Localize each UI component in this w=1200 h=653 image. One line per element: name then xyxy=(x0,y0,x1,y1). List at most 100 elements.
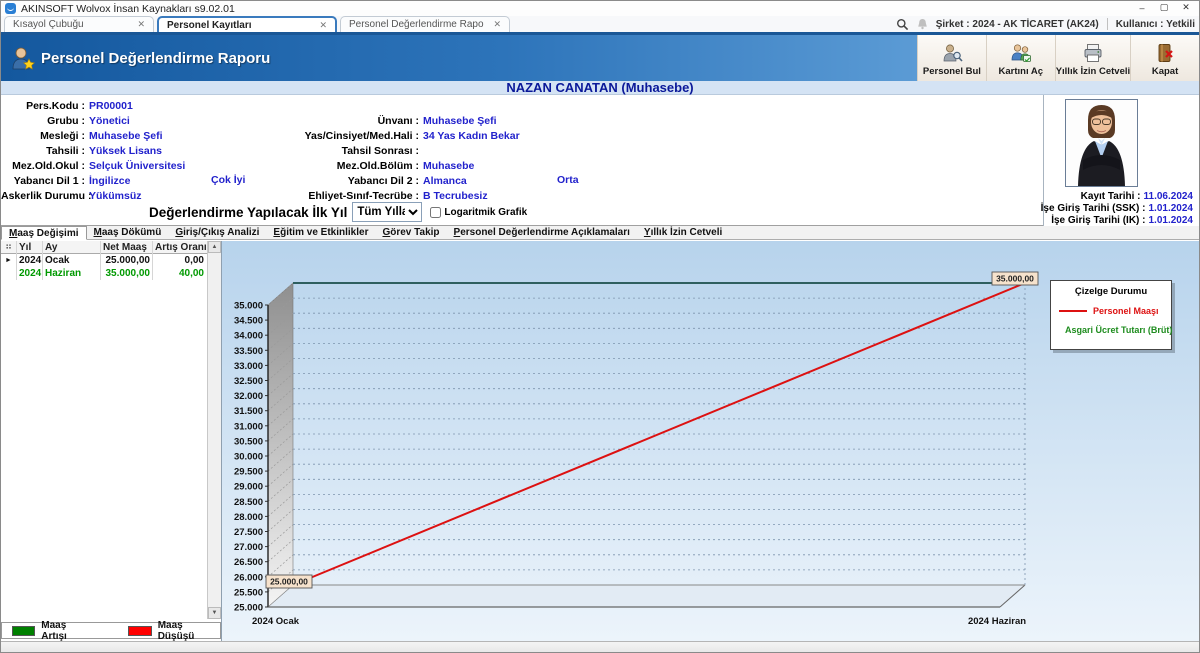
employee-photo xyxy=(1065,99,1138,187)
tab-close-icon[interactable]: ✕ xyxy=(319,20,327,31)
svg-text:32.000: 32.000 xyxy=(234,391,263,402)
svg-text:25.000: 25.000 xyxy=(234,603,263,614)
field-value: Muhasebe Şefi xyxy=(423,115,497,127)
svg-text:34.000: 34.000 xyxy=(234,331,263,342)
svg-text:2024 Haziran: 2024 Haziran xyxy=(968,616,1026,627)
field-label: Grubu : xyxy=(1,115,85,127)
chart-legend-title: Çizelge Durumu xyxy=(1051,286,1171,297)
app-logo-icon xyxy=(5,3,16,14)
column-header-artis-orani[interactable]: Artış Oranı (... xyxy=(153,241,206,254)
increase-swatch xyxy=(12,626,35,636)
svg-text:26.500: 26.500 xyxy=(234,557,263,568)
subtab-personel-degerlendirme-aciklamalari[interactable]: Personel Değerlendirme Açıklamaları xyxy=(447,226,637,240)
svg-text:35.000,00: 35.000,00 xyxy=(996,274,1034,284)
svg-text:28.000: 28.000 xyxy=(234,512,263,523)
svg-text:31.500: 31.500 xyxy=(234,406,263,417)
field-label: Yas/Cinsiyet/Med.Hali : xyxy=(241,130,419,142)
decrease-swatch xyxy=(128,626,151,636)
title-bar: AKINSOFT Wolvox İnsan Kaynakları s9.02.0… xyxy=(1,1,1199,16)
field-value: PR00001 xyxy=(89,100,133,112)
date-value: 1.01.2024 xyxy=(1149,203,1194,214)
photo-panel: Kayıt Tarihi :11.06.2024 İşe Giriş Tarih… xyxy=(1043,95,1199,226)
field-value: Selçuk Üniversitesi xyxy=(89,160,185,172)
svg-text:26.000: 26.000 xyxy=(234,572,263,583)
svg-text:33.500: 33.500 xyxy=(234,346,263,357)
grip-icon: ∷ xyxy=(1,241,17,254)
page-title: Personel Değerlendirme Raporu xyxy=(41,50,270,67)
status-bar xyxy=(1,641,1199,653)
svg-text:27.500: 27.500 xyxy=(234,527,263,538)
tab-close-icon[interactable]: ✕ xyxy=(137,19,145,30)
field-value: Muhasebe Şefi xyxy=(89,130,163,142)
toolbar: Personel Bul Kartını Aç xyxy=(917,35,1199,81)
row-marker-icon: ► xyxy=(1,254,17,267)
close-book-icon xyxy=(1154,42,1176,64)
kartini-ac-button[interactable]: Kartını Aç xyxy=(986,35,1055,81)
kapat-button[interactable]: Kapat xyxy=(1130,35,1199,81)
printer-icon xyxy=(1082,42,1104,64)
employee-name-header: NAZAN CANATAN (Muhasebe) xyxy=(1,81,1199,95)
subtab-maas-dokumu[interactable]: Maaş Dökümü xyxy=(87,226,169,240)
find-person-icon xyxy=(941,42,963,64)
svg-text:30.000: 30.000 xyxy=(234,452,263,463)
close-button[interactable]: ✕ xyxy=(1175,1,1197,14)
search-icon[interactable] xyxy=(896,18,909,31)
bell-icon[interactable] xyxy=(917,18,928,30)
table-row[interactable]: ► 2024 Ocak 25.000,00 0,00 xyxy=(1,254,208,267)
info-column-right: Ünvanı : Muhasebe Şefi Yas/Cinsiyet/Med.H… xyxy=(241,113,801,203)
logarithmic-checkbox[interactable] xyxy=(430,207,441,218)
tab-close-icon[interactable]: ✕ xyxy=(494,19,502,30)
svg-text:25.000,00: 25.000,00 xyxy=(270,577,308,587)
field-label: Tahsil Sonrası : xyxy=(241,145,419,157)
svg-text:29.000: 29.000 xyxy=(234,482,263,493)
yillik-izin-cetveli-button[interactable]: Yıllık İzin Cetveli xyxy=(1055,35,1130,81)
year-select[interactable]: Tüm Yılları xyxy=(352,202,422,222)
open-card-icon xyxy=(1010,42,1032,64)
field-value: Muhasebe xyxy=(423,160,474,172)
personel-bul-button[interactable]: Personel Bul xyxy=(917,35,986,81)
svg-text:30.500: 30.500 xyxy=(234,436,263,447)
column-header-yil[interactable]: Yıl xyxy=(17,241,43,254)
increase-label: Maaş Artışı xyxy=(41,620,92,642)
first-year-label: Değerlendirme Yapılacak İlk Yıl xyxy=(149,205,347,220)
subtab-egitim-ve-etkinlikler[interactable]: Eğitim ve Etkinlikler xyxy=(266,226,375,240)
employment-dates: Kayıt Tarihi :11.06.2024 İşe Giriş Tarih… xyxy=(1041,190,1193,226)
field-label: Ünvanı : xyxy=(241,115,419,127)
column-header-ay[interactable]: Ay xyxy=(43,241,101,254)
svg-text:28.500: 28.500 xyxy=(234,497,263,508)
application-window: AKINSOFT Wolvox İnsan Kaynakları s9.02.0… xyxy=(0,0,1200,653)
tab-personel-kayitlari[interactable]: Personel Kayıtları ✕ xyxy=(157,16,337,32)
minimize-button[interactable]: – xyxy=(1131,1,1153,14)
date-value: 1.01.2024 xyxy=(1149,215,1194,226)
subtab-yillik-izin-cetveli[interactable]: Yıllık İzin Cetveli xyxy=(637,226,729,240)
field-value: Yönetici xyxy=(89,115,130,127)
field-label: Mesleği : xyxy=(1,130,85,142)
date-label: İşe Giriş Tarihi (SSK) : xyxy=(1041,203,1146,214)
table-scrollbar[interactable]: ▲ ▼ xyxy=(207,241,221,619)
field-value: Yüksek Lisans xyxy=(89,145,162,157)
maximize-button[interactable]: ▢ xyxy=(1153,1,1175,14)
table-header-row: ∷ Yıl Ay Net Maaş Artış Oranı (... xyxy=(1,241,208,254)
tab-personel-degerlendirme[interactable]: Personel Değerlendirme Rapo ✕ xyxy=(340,16,510,32)
field-label: Yabancı Dil 1 : xyxy=(1,175,85,187)
scroll-down-icon[interactable]: ▼ xyxy=(208,607,221,619)
field-label: Pers.Kodu : xyxy=(1,100,85,112)
svg-text:35.000: 35.000 xyxy=(234,301,263,312)
employee-info-panel: Pers.Kodu : PR00001 Grubu : Yönetici Mesle… xyxy=(1,95,1199,226)
subtab-gorev-takip[interactable]: Görev Takip xyxy=(375,226,446,240)
field-value: 34 Yas Kadın Bekar xyxy=(423,130,520,142)
tab-kisayol-cubugu[interactable]: Kısayol Çubuğu ✕ xyxy=(4,16,154,32)
logarithmic-label: Logaritmik Grafik xyxy=(444,207,527,218)
report-person-icon xyxy=(9,45,35,71)
svg-text:29.500: 29.500 xyxy=(234,467,263,478)
page-header: Personel Değerlendirme Raporu xyxy=(1,35,917,81)
salary-chart-panel: 25.00025.50026.00026.50027.00027.50028.0… xyxy=(222,241,1199,641)
subtab-maas-degisimi[interactable]: Maaş Değişimi xyxy=(1,226,87,240)
section-tab-strip: Maaş Değişimi Maaş Dökümü Giriş/Çıkış An… xyxy=(1,226,1199,240)
field-label: Tahsili : xyxy=(1,145,85,157)
scroll-up-icon[interactable]: ▲ xyxy=(208,241,221,253)
column-header-net-maas[interactable]: Net Maaş xyxy=(101,241,153,254)
subtab-giris-cikis-analizi[interactable]: Giriş/Çıkış Analizi xyxy=(168,226,266,240)
table-row[interactable]: 2024 Haziran 35.000,00 40,00 xyxy=(1,267,208,280)
field-label: Mez.Old.Bölüm : xyxy=(241,160,419,172)
